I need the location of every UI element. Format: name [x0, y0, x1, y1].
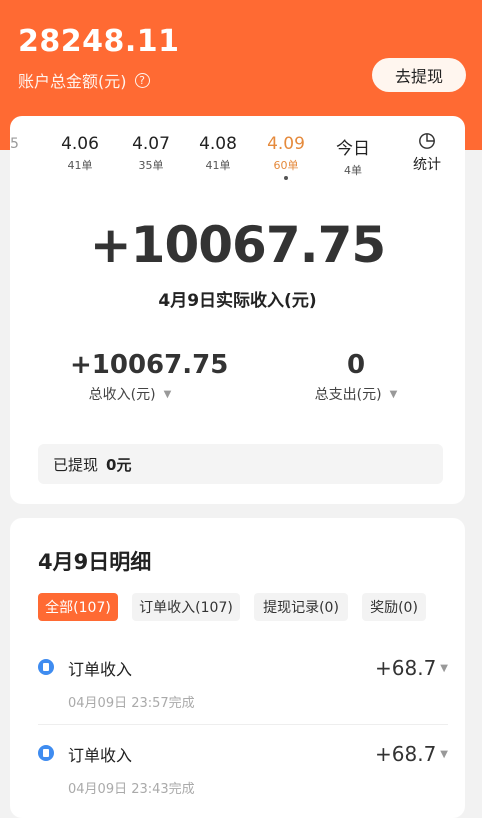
stats-label: 统计: [413, 157, 441, 173]
date-tabs: 5 4.06 41单 4.07 35单 4.08 41单 4.09 60单 今日…: [10, 116, 465, 186]
filter-tab-all[interactable]: 全部(107): [38, 593, 118, 621]
date-tab-date: 4.07: [132, 134, 170, 154]
stats-tab[interactable]: 统计: [402, 132, 452, 174]
total-expense-label: 总支出(元): [314, 387, 382, 403]
active-indicator-dot: [284, 176, 288, 180]
caret-down-icon: ▼: [440, 662, 448, 674]
caret-down-icon: ▼: [440, 748, 448, 760]
date-tab-count: 60单: [273, 159, 299, 172]
record-amount-row: +68.7 ▼: [375, 742, 448, 766]
record-time: 04月09日 23:43完成: [68, 782, 195, 797]
income-summary-card: 5 4.06 41单 4.07 35单 4.08 41单 4.09 60单 今日…: [10, 116, 465, 504]
help-icon[interactable]: ?: [134, 72, 150, 88]
withdrawn-amount: 0元: [106, 455, 132, 474]
total-income-block[interactable]: +10067.75 总收入(元) ▼: [70, 350, 229, 404]
date-tab-407[interactable]: 4.07 35单: [121, 134, 181, 173]
filter-tab-order-income[interactable]: 订单收入(107): [132, 593, 240, 621]
withdrawn-label: 已提现: [53, 455, 99, 474]
filter-tab-rewards[interactable]: 奖励(0): [362, 593, 426, 621]
divider: [38, 724, 448, 725]
date-tab-date: 今日: [336, 139, 370, 159]
pie-chart-icon: [419, 133, 435, 149]
filter-tab-withdraw-records[interactable]: 提现记录(0): [254, 593, 348, 621]
date-tab-count: 41单: [67, 159, 93, 172]
details-title: 4月9日明细: [38, 550, 152, 574]
balance-label-text: 账户总金额(元): [18, 72, 127, 91]
total-income-value: +10067.75: [70, 350, 229, 380]
details-card: 4月9日明细 全部(107) 订单收入(107) 提现记录(0) 奖励(0) 订…: [10, 518, 465, 818]
date-tab-partial[interactable]: 5: [10, 136, 19, 152]
total-income-label: 总收入(元): [88, 387, 156, 403]
date-tab-date: 4.06: [61, 134, 99, 154]
total-expense-value: 0: [346, 350, 366, 380]
document-icon: [38, 659, 54, 675]
total-expense-block[interactable]: 0 总支出(元) ▼: [296, 350, 416, 404]
date-tab-today[interactable]: 今日 4单: [323, 134, 383, 178]
total-expense-label-row: 总支出(元) ▼: [296, 384, 416, 404]
record-amount: +68.7: [375, 656, 437, 680]
withdraw-button[interactable]: 去提现: [372, 58, 466, 92]
caret-down-icon: ▼: [163, 388, 172, 400]
withdrawn-summary: 已提现 0元: [38, 444, 443, 484]
date-tab-406[interactable]: 4.06 41单: [50, 134, 110, 173]
date-tab-408[interactable]: 4.08 41单: [188, 134, 248, 173]
record-time: 04月09日 23:57完成: [68, 696, 195, 711]
record-title: 订单收入: [68, 660, 133, 679]
daily-actual-income-label: 4月9日实际收入(元): [158, 291, 317, 311]
account-balance: 28248.11: [18, 24, 180, 59]
record-amount-row: +68.7 ▼: [375, 656, 448, 680]
date-tab-count: 41单: [205, 159, 231, 172]
list-item[interactable]: 订单收入 04月09日 23:57完成 +68.7 ▼: [38, 656, 448, 716]
list-item[interactable]: 订单收入 04月09日 23:43完成 +68.7 ▼: [38, 742, 448, 802]
total-income-label-row: 总收入(元) ▼: [70, 384, 190, 404]
date-tab-date: 4.08: [199, 134, 237, 154]
account-balance-label: 账户总金额(元) ?: [18, 68, 150, 92]
daily-actual-income: +10067.75: [89, 216, 386, 274]
date-tab-count: 4单: [344, 164, 362, 177]
record-amount: +68.7: [375, 742, 437, 766]
caret-down-icon: ▼: [389, 388, 398, 400]
record-title: 订单收入: [68, 746, 133, 765]
date-tab-date: 4.09: [267, 134, 305, 154]
date-tab-409[interactable]: 4.09 60单: [256, 134, 316, 180]
date-tab-count: 35单: [138, 159, 164, 172]
document-icon: [38, 745, 54, 761]
